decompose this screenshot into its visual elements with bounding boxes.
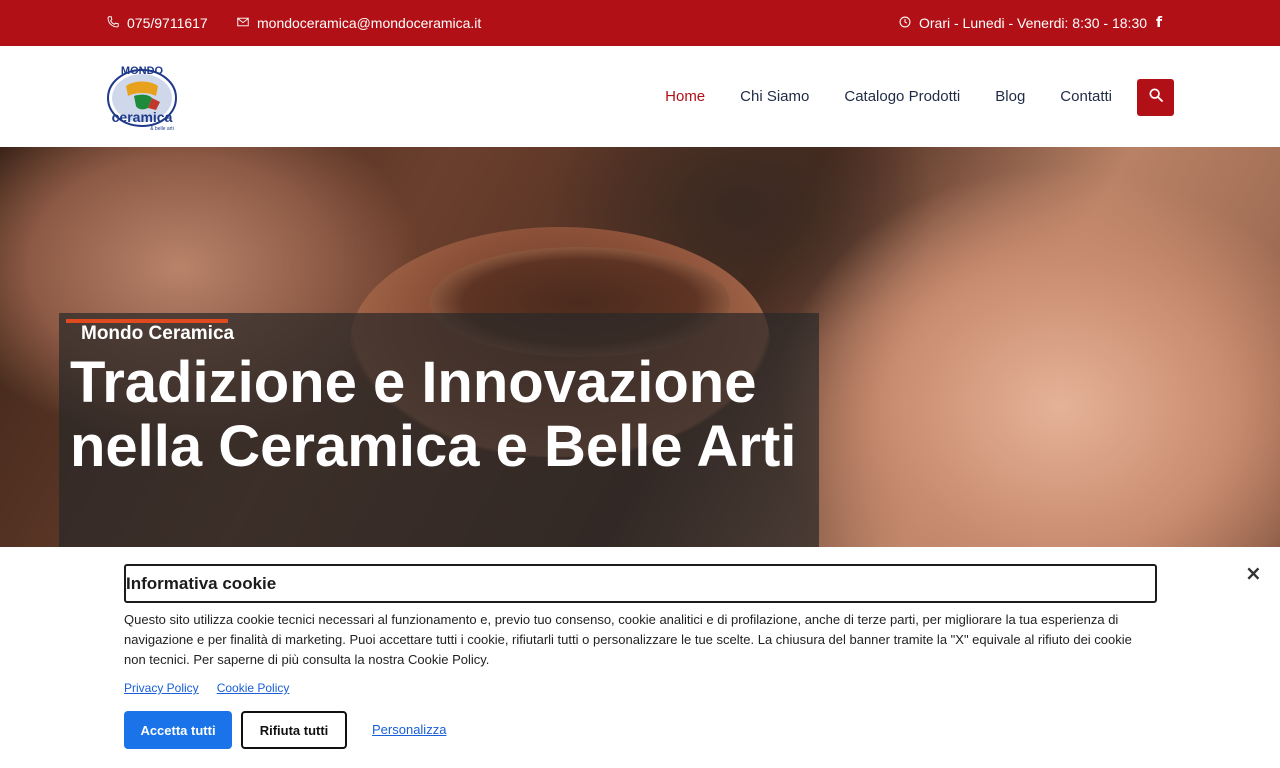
phone-number: 075/9711617 bbox=[127, 15, 208, 31]
hero-headline: Tradizione e Innovazione nella Ceramica … bbox=[70, 350, 797, 479]
logo-text-bottom: ceramica bbox=[112, 109, 173, 125]
search-button[interactable] bbox=[1137, 79, 1174, 116]
hero-kicker: Mondo Ceramica bbox=[81, 323, 235, 344]
nav-contatti[interactable]: Contatti bbox=[1060, 88, 1112, 105]
email-address: mondoceramica@mondoceramica.it bbox=[257, 15, 482, 31]
privacy-policy-link[interactable]: Privacy Policy bbox=[124, 681, 199, 695]
reject-all-button[interactable]: Rifiuta tutti bbox=[241, 711, 347, 749]
phone-icon bbox=[106, 15, 120, 32]
nav-catalogo-prodotti[interactable]: Catalogo Prodotti bbox=[844, 88, 960, 105]
cookie-title: Informativa cookie bbox=[124, 564, 1157, 603]
customize-link[interactable]: Personalizza bbox=[372, 722, 446, 737]
cookie-description: Questo sito utilizza cookie tecnici nece… bbox=[124, 612, 1132, 667]
logo-text-top: MONDO bbox=[121, 65, 164, 77]
logo-text-small: & belle arti bbox=[150, 126, 174, 132]
top-bar: 075/9711617 mondoceramica@mondoceramica.… bbox=[0, 0, 1280, 46]
nav-home[interactable]: Home bbox=[665, 88, 705, 105]
cookie-banner: Informativa cookie × Questo sito utilizz… bbox=[0, 547, 1280, 768]
mail-icon bbox=[236, 15, 250, 32]
email-contact[interactable]: mondoceramica@mondoceramica.it bbox=[236, 0, 481, 46]
cookie-links: Privacy Policy Cookie Policy bbox=[124, 681, 289, 695]
site-header: MONDO ceramica & belle arti Home Chi Sia… bbox=[0, 46, 1280, 147]
cookie-policy-link[interactable]: Cookie Policy bbox=[217, 681, 290, 695]
facebook-icon[interactable]: f bbox=[1156, 0, 1162, 46]
opening-hours: Orari - Lunedi - Venerdi: 8:30 - 18:30 bbox=[898, 0, 1147, 46]
main-nav: Home Chi Siamo Catalogo Prodotti Blog Co… bbox=[665, 46, 1112, 147]
site-logo[interactable]: MONDO ceramica & belle arti bbox=[104, 62, 180, 132]
close-icon[interactable]: × bbox=[1245, 561, 1262, 585]
nav-blog[interactable]: Blog bbox=[995, 88, 1025, 105]
accept-all-button[interactable]: Accetta tutti bbox=[124, 711, 232, 749]
clock-icon bbox=[898, 15, 912, 32]
nav-chi-siamo[interactable]: Chi Siamo bbox=[740, 88, 809, 105]
hours-text: Orari - Lunedi - Venerdi: 8:30 - 18:30 bbox=[919, 15, 1148, 31]
search-icon bbox=[1148, 87, 1164, 108]
hero-banner: Mondo Ceramica Tradizione e Innovazione … bbox=[0, 147, 1280, 547]
phone-contact[interactable]: 075/9711617 bbox=[106, 0, 208, 46]
